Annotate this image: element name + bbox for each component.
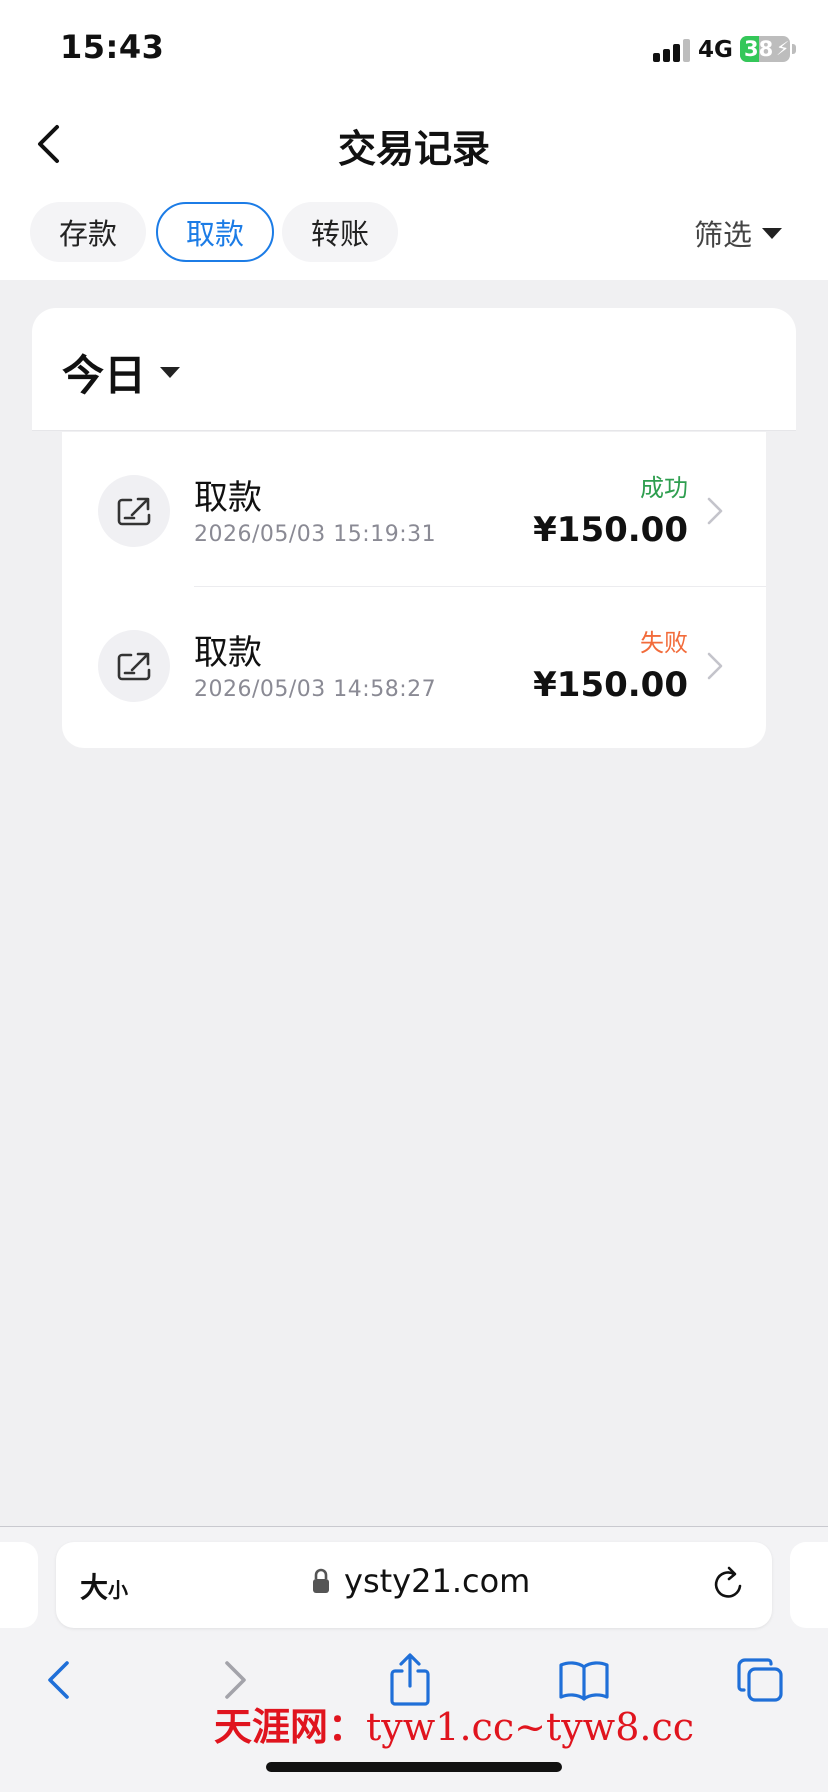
chevron-right-icon — [707, 652, 723, 680]
withdraw-icon — [98, 475, 170, 547]
transaction-time: 2026/05/03 15:19:31 — [194, 522, 437, 547]
watermark-text: tyw1.cc~tyw8.cc — [366, 1705, 695, 1749]
address-bar[interactable]: 大小 ysty21.com — [56, 1542, 772, 1628]
transaction-title: 取款 — [194, 478, 262, 518]
transaction-row[interactable]: 取款 2026/05/03 15:19:31 成功 ¥150.00 — [62, 432, 766, 587]
tabs-icon — [737, 1658, 783, 1702]
transaction-amount: ¥150.00 — [533, 510, 688, 550]
divider — [32, 430, 796, 431]
status-time: 15:43 — [60, 28, 165, 66]
chevron-right-icon — [707, 497, 723, 525]
screen: 15:43 4G 38 ⚡ 交易记录 存款 取款 转账 筛选 今日 取款 202… — [0, 0, 828, 1792]
page-title: 交易记录 — [337, 127, 490, 171]
text-size-label: 大 — [80, 1571, 109, 1604]
transaction-status: 成功 — [640, 474, 688, 502]
network-label: 4G — [698, 37, 733, 63]
caret-down-icon — [160, 367, 181, 378]
url-text: ysty21.com — [344, 1562, 531, 1600]
previous-tab-preview[interactable] — [0, 1542, 38, 1628]
tab-withdraw[interactable]: 取款 — [156, 202, 274, 262]
status-bar: 15:43 4G 38 ⚡ — [0, 0, 828, 96]
tab-transfer[interactable]: 转账 — [282, 202, 398, 262]
url-field[interactable]: ysty21.com — [312, 1562, 530, 1600]
browser-back-button[interactable] — [28, 1652, 88, 1708]
text-size-button[interactable]: 大小 — [80, 1566, 128, 1606]
charging-bolt-icon: ⚡ — [776, 38, 790, 60]
filter-label: 筛选 — [694, 218, 753, 252]
transaction-list: 取款 2026/05/03 15:19:31 成功 ¥150.00 取款 202… — [62, 432, 766, 748]
filter-button[interactable]: 筛选 — [694, 212, 783, 254]
book-icon — [559, 1661, 609, 1701]
watermark: 天涯网：tyw1.cc~tyw8.cc — [214, 1696, 694, 1751]
next-tab-preview[interactable] — [790, 1542, 828, 1628]
chevron-left-icon — [48, 1661, 69, 1699]
header: 交易记录 存款 取款 转账 筛选 — [0, 96, 828, 280]
tab-deposit[interactable]: 存款 — [30, 202, 146, 262]
date-range-label: 今日 — [62, 351, 147, 400]
transaction-time: 2026/05/03 14:58:27 — [194, 677, 437, 702]
date-filter-card: 今日 — [32, 308, 796, 430]
reload-icon — [714, 1566, 742, 1598]
reload-button[interactable] — [710, 1565, 746, 1607]
transaction-row[interactable]: 取款 2026/05/03 14:58:27 失败 ¥150.00 — [62, 587, 766, 741]
home-indicator — [266, 1762, 562, 1772]
caret-down-icon — [762, 227, 783, 239]
text-size-small-label: 小 — [108, 1578, 129, 1602]
transaction-amount: ¥150.00 — [533, 665, 688, 705]
battery-icon: 38 ⚡ — [740, 36, 790, 62]
transaction-status: 失败 — [640, 629, 688, 657]
tabs-button[interactable] — [730, 1652, 790, 1708]
lock-icon — [313, 1568, 329, 1593]
battery-level: 38 — [744, 37, 774, 61]
transaction-title: 取款 — [194, 633, 262, 673]
battery-cap — [792, 44, 796, 54]
chevron-right-icon — [225, 1661, 246, 1699]
signal-icon — [653, 38, 691, 62]
watermark-brand: 天涯网： — [214, 1704, 367, 1749]
withdraw-icon — [98, 630, 170, 702]
date-range-dropdown[interactable]: 今日 — [62, 342, 181, 403]
